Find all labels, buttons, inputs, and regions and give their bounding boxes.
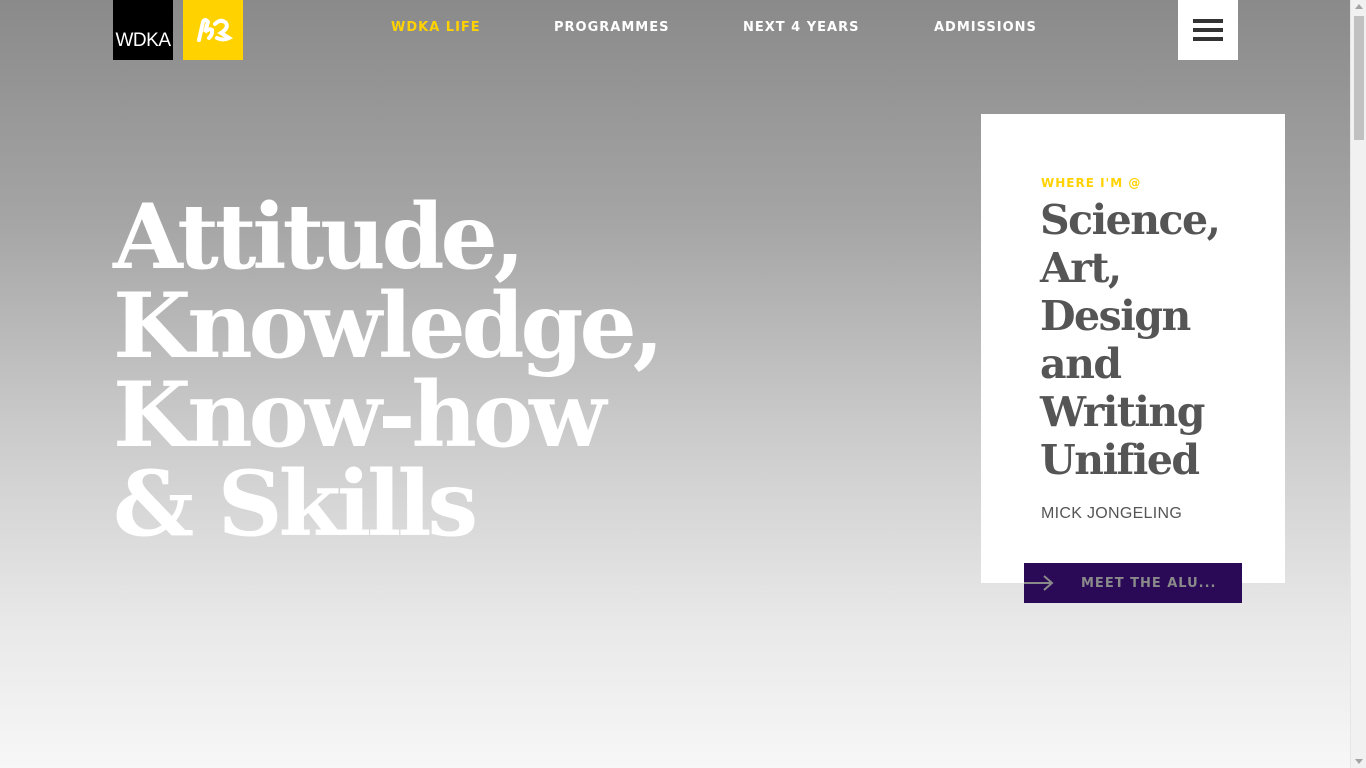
hamburger-icon-bar	[1193, 37, 1223, 41]
hero-heading: Attitude, Knowledge, Know-how & Skills	[113, 184, 733, 557]
nav-next-4-years[interactable]: NEXT 4 YEARS	[743, 20, 859, 35]
alumni-card: WHERE I'M @ Science, Art, Design and Wri…	[981, 114, 1285, 583]
card-author: MICK JONGELING	[1041, 505, 1183, 522]
card-title-line: Unified	[1040, 436, 1200, 484]
meet-the-alumni-button[interactable]: MEET THE ALU...	[1024, 563, 1242, 603]
wdka-logo-text: WDKA	[115, 30, 172, 51]
hamburger-icon	[1193, 19, 1223, 23]
card-title: Science, Art, Design and Writing Unified	[1040, 196, 1270, 484]
hero-line: Knowledge,	[113, 273, 664, 379]
card-kicker: WHERE I'M @	[1041, 176, 1142, 190]
hr-logo-icon	[197, 18, 233, 42]
scroll-up-arrow-icon[interactable]	[1355, 4, 1363, 9]
wdka-logo[interactable]: WDKA	[113, 0, 173, 60]
hamburger-icon-bar	[1193, 28, 1223, 32]
nav-admissions[interactable]: ADMISSIONS	[934, 20, 1037, 35]
card-title-line: Science,	[1040, 196, 1221, 244]
card-title-line: Art,	[1040, 244, 1122, 292]
hero-line: Know-how	[113, 362, 606, 468]
hero-line: Attitude,	[113, 184, 525, 290]
scrollbar-thumb[interactable]	[1354, 16, 1364, 140]
scroll-down-arrow-icon[interactable]	[1355, 759, 1363, 764]
nav-programmes[interactable]: PROGRAMMES	[554, 20, 669, 35]
card-title-line: and	[1040, 340, 1122, 388]
nav-wdka-life[interactable]: WDKA LIFE	[391, 20, 481, 35]
page: WDKA WDKA LIFE PROGRAMMES NEXT 4 YEARS A…	[0, 0, 1350, 768]
card-title-line: Design	[1040, 292, 1191, 340]
cta-label: MEET THE ALU...	[1081, 576, 1217, 591]
hogeschool-rotterdam-logo[interactable]	[183, 0, 243, 60]
card-title-line: Writing	[1040, 388, 1205, 436]
hero-line: & Skills	[113, 451, 478, 557]
hamburger-menu-button[interactable]	[1178, 0, 1238, 60]
vertical-scrollbar[interactable]	[1350, 0, 1366, 768]
arrow-right-icon	[1024, 575, 1054, 591]
